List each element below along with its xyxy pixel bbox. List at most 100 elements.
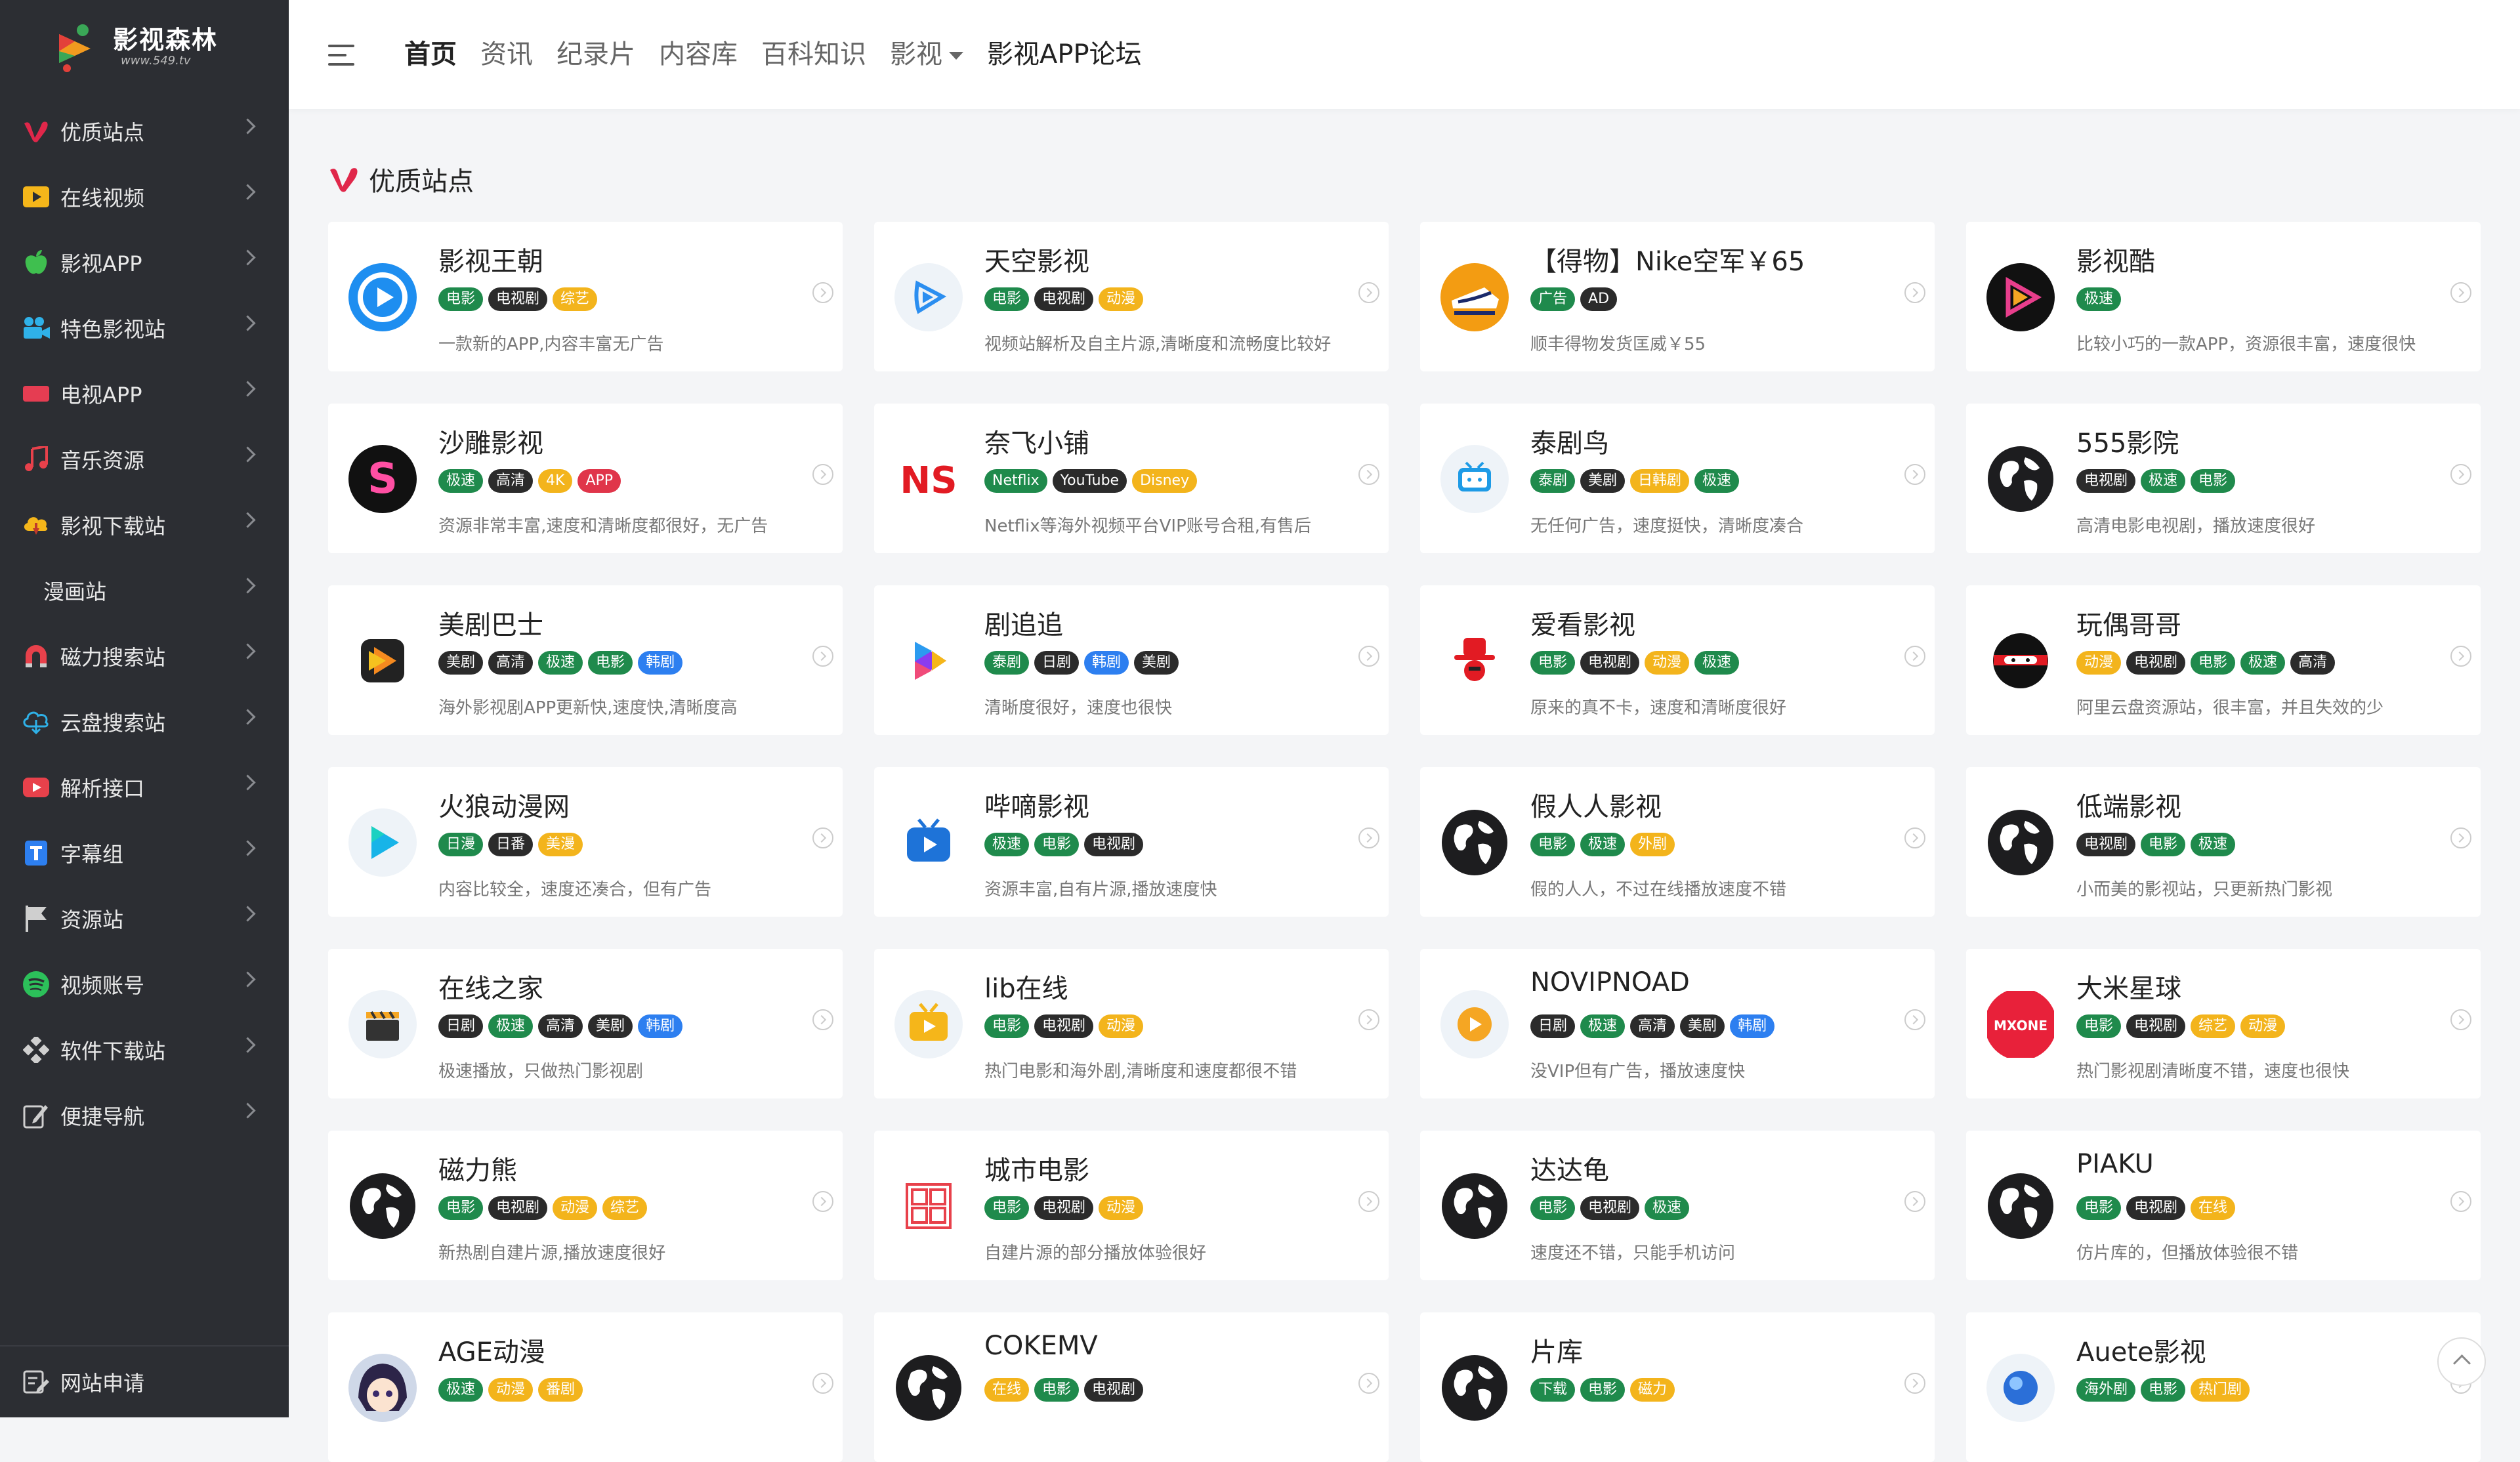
nav-app-forum[interactable]: 影视APP论坛 (987, 34, 1142, 75)
site-description: 速度还不错，只能手机访问 (1530, 1243, 1736, 1263)
site-card[interactable]: 泰剧鸟 泰剧 美剧 日韩剧 极速 无任何广告，速度挺快，清晰度凑合 (1420, 404, 1935, 553)
arrow-right-circle-icon[interactable] (812, 1191, 833, 1212)
tag-badge: 电影 (2076, 1014, 2122, 1038)
sidebar-item-featured-sites[interactable]: 特色影视站 (0, 295, 289, 361)
arrow-right-circle-icon[interactable] (1904, 646, 1925, 667)
site-card[interactable]: 火狼动漫网 日漫 日番 美漫 内容比较全，速度还凑合，但有广告 (328, 767, 843, 917)
arrow-right-circle-icon[interactable] (1358, 1009, 1379, 1030)
site-card[interactable]: S 沙雕影视 极速 高清 4K APP 资源非常丰富,速度和清晰度都很好，无广告 (328, 404, 843, 553)
tag-badge: 韩剧 (1730, 1014, 1775, 1038)
site-apply-link[interactable]: 网站申请 (0, 1345, 289, 1417)
sidebar-item-quality-sites[interactable]: 优质站点 (0, 98, 289, 164)
sidebar-item-comics[interactable]: 漫画站 (0, 558, 289, 623)
site-card[interactable]: 达达龟 电影 电视剧 极速 速度还不错，只能手机访问 (1420, 1131, 1935, 1280)
arrow-right-circle-icon[interactable] (1904, 282, 1925, 303)
site-card[interactable]: 哔嘀影视 极速 电影 电视剧 资源丰富,自有片源,播放速度快 (874, 767, 1389, 917)
arrow-right-circle-icon[interactable] (1358, 1191, 1379, 1212)
tag-badge: 极速 (438, 469, 484, 493)
arrow-right-circle-icon[interactable] (2450, 464, 2471, 485)
arrow-right-circle-icon[interactable] (1904, 827, 1925, 848)
arrow-right-circle-icon[interactable] (2450, 646, 2471, 667)
back-to-top-button[interactable] (2437, 1337, 2486, 1386)
arrow-right-circle-icon[interactable] (812, 1373, 833, 1394)
arrow-right-circle-icon[interactable] (1904, 1191, 1925, 1212)
nav-home[interactable]: 首页 (404, 34, 457, 75)
tag-badge: 电视剧 (1034, 1196, 1094, 1220)
arrow-right-circle-icon[interactable] (2450, 1009, 2471, 1030)
sidebar-item-resource-sites[interactable]: 资源站 (0, 886, 289, 951)
sidebar-item-video-app[interactable]: 影视APP (0, 230, 289, 295)
site-card[interactable]: 在线之家 日剧 极速 高清 美剧 韩剧 极速播放，只做热门影视剧 (328, 949, 843, 1098)
arrow-right-circle-icon[interactable] (812, 282, 833, 303)
site-tags: 极速 高清 4K APP (438, 469, 626, 493)
tag-badge: 高清 (538, 1014, 583, 1038)
menu-toggle-icon[interactable] (328, 42, 358, 68)
site-card[interactable]: 城市电影 电影 电视剧 动漫 自建片源的部分播放体验很好 (874, 1131, 1389, 1280)
site-card[interactable]: MXONE 大米星球 电影 电视剧 综艺 动漫 热门影视剧清晰度不错，速度也很快 (1966, 949, 2481, 1098)
site-card[interactable]: 玩偶哥哥 动漫 电视剧 电影 极速 高清 阿里云盘资源站，很丰富，并且失效的少 (1966, 585, 2481, 735)
globe-icon (1984, 1170, 2057, 1242)
site-name: 大米星球 (2076, 974, 2181, 1004)
nav-content-library[interactable]: 内容库 (659, 34, 738, 75)
sidebar-item-download-sites[interactable]: 影视下载站 (0, 492, 289, 558)
site-card[interactable]: 影视王朝 电影 电视剧 综艺 一款新的APP,内容丰富无广告 (328, 222, 843, 371)
arrow-right-circle-icon[interactable] (1358, 827, 1379, 848)
sidebar-item-online-video[interactable]: 在线视频 (0, 164, 289, 230)
site-card[interactable]: 磁力熊 电影 电视剧 动漫 综艺 新热剧自建片源,播放速度很好 (328, 1131, 843, 1280)
site-card[interactable]: lib在线 电影 电视剧 动漫 热门电影和海外剧,清晰度和速度都很不错 (874, 949, 1389, 1098)
arrow-right-circle-icon[interactable] (1904, 464, 1925, 485)
site-card[interactable]: 【得物】Nike空军￥65 广告 AD 顺丰得物发货匡威￥55 (1420, 222, 1935, 371)
sidebar-item-tv-app[interactable]: 电视APP (0, 361, 289, 427)
site-card[interactable]: 片库 下载 电影 磁力 (1420, 1312, 1935, 1462)
site-card[interactable]: 爱看影视 电影 电视剧 动漫 极速 原来的真不卡，速度和清晰度很好 (1420, 585, 1935, 735)
site-card[interactable]: PIAKU 电影 电视剧 在线 仿片库的，但播放体验很不错 (1966, 1131, 2481, 1280)
site-card[interactable]: NS 奈飞小铺 Netflix YouTube Disney Netflix等海外视频平台… (874, 404, 1389, 553)
site-card[interactable]: Auete影视 海外剧 电影 热门剧 (1966, 1312, 2481, 1462)
sidebar-item-parse-api[interactable]: 解析接口 (0, 755, 289, 820)
arrow-right-circle-icon[interactable] (1904, 1009, 1925, 1030)
tv-icon (21, 379, 51, 409)
nav-documentary[interactable]: 纪录片 (556, 34, 635, 75)
site-card[interactable]: 剧追追 泰剧 日剧 韩剧 美剧 清晰度很好，速度也很快 (874, 585, 1389, 735)
sidebar-item-magnet-search[interactable]: 磁力搜索站 (0, 623, 289, 689)
brand-logo[interactable]: 影视森林 www.549.tv (52, 18, 249, 77)
nav-film-dropdown[interactable]: 影视 (890, 34, 963, 75)
arrow-right-circle-icon[interactable] (1358, 1373, 1379, 1394)
tag-badge: 电影 (2191, 651, 2236, 675)
sidebar-item-video-accounts[interactable]: 视频账号 (0, 951, 289, 1017)
tag-badge: 电视剧 (2076, 469, 2136, 493)
nav-encyclopedia[interactable]: 百科知识 (761, 34, 866, 75)
site-card[interactable]: COKEMV 在线 电影 电视剧 (874, 1312, 1389, 1462)
arrow-right-circle-icon[interactable] (1358, 646, 1379, 667)
arrow-right-circle-icon[interactable] (2450, 827, 2471, 848)
sidebar-item-subtitle-group[interactable]: 字幕组 (0, 820, 289, 886)
site-card[interactable]: 低端影视 电视剧 电影 极速 小而美的影视站，只更新热门影视 (1966, 767, 2481, 917)
arrow-right-circle-icon[interactable] (812, 464, 833, 485)
arrow-right-circle-icon[interactable] (1358, 282, 1379, 303)
site-card[interactable]: 美剧巴士 美剧 高清 极速 电影 韩剧 海外影视剧APP更新快,速度快,清晰度高 (328, 585, 843, 735)
arrow-right-circle-icon[interactable] (812, 646, 833, 667)
music-note-icon (21, 444, 51, 474)
sidebar-item-software-download[interactable]: 软件下载站 (0, 1017, 289, 1083)
arrow-right-circle-icon[interactable] (2450, 1191, 2471, 1212)
v-logo-icon (21, 116, 51, 146)
arrow-right-circle-icon[interactable] (1904, 1373, 1925, 1394)
site-card[interactable]: AGE动漫 极速 动漫 番剧 (328, 1312, 843, 1462)
arrow-right-circle-icon[interactable] (812, 1009, 833, 1030)
tag-badge: 日剧 (1034, 651, 1080, 675)
site-card[interactable]: NOVIPNOAD 日剧 极速 高清 美剧 韩剧 没VIP但有广告，播放速度快 (1420, 949, 1935, 1098)
nav-news[interactable]: 资讯 (480, 34, 533, 75)
tag-badge: 电影 (984, 1014, 1030, 1038)
sidebar-item-quick-nav[interactable]: 便捷导航 (0, 1083, 289, 1148)
site-card[interactable]: 影视酷 极速 比较小巧的一款APP，资源很丰富，速度很快 (1966, 222, 2481, 371)
arrow-right-circle-icon[interactable] (812, 827, 833, 848)
sidebar-item-music[interactable]: 音乐资源 (0, 427, 289, 492)
arrow-right-circle-icon[interactable] (1358, 464, 1379, 485)
site-card[interactable]: 假人人影视 电影 极速 外剧 假的人人，不过在线播放速度不错 (1420, 767, 1935, 917)
sidebar-item-cloud-search[interactable]: 云盘搜索站 (0, 689, 289, 755)
tag-badge: 动漫 (2076, 651, 2122, 675)
site-card[interactable]: 555影院 电视剧 极速 电影 高清电影电视剧，播放速度很好 (1966, 404, 2481, 553)
arrow-right-circle-icon[interactable] (2450, 282, 2471, 303)
site-name: 奈飞小铺 (984, 428, 1089, 459)
site-card[interactable]: 天空影视 电影 电视剧 动漫 视频站解析及自主片源,清晰度和流畅度比较好 (874, 222, 1389, 371)
